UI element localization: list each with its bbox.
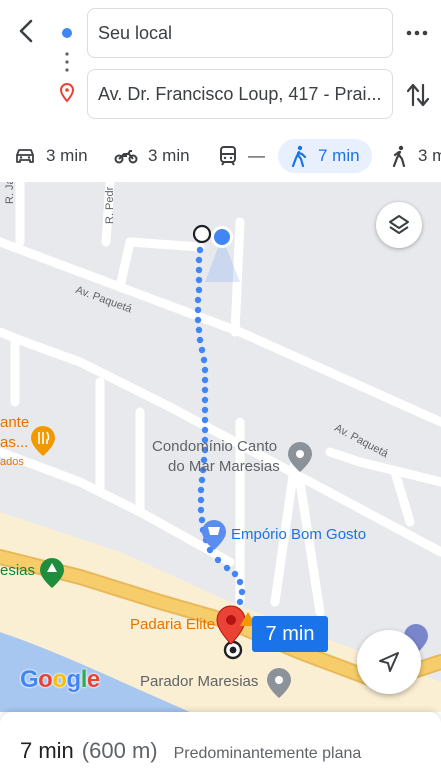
google-logo: Google <box>20 666 100 693</box>
poi-label-restaurant[interactable]: ante <box>0 414 29 431</box>
route-start-marker <box>192 224 212 244</box>
street-label: R. Pedr <box>104 186 116 224</box>
route-endpoints-indicator <box>58 20 78 110</box>
poi-label-padaria[interactable]: Padaria Elite <box>130 616 215 633</box>
motorcycle-icon <box>114 150 138 164</box>
poi-label-parador[interactable]: Parador Maresias <box>140 673 258 690</box>
walk-icon <box>291 145 307 167</box>
tab-transit[interactable]: — <box>218 139 265 173</box>
poi-label-emporio[interactable]: Empório Bom Gosto <box>231 526 366 543</box>
back-arrow-icon[interactable] <box>12 16 42 46</box>
my-location-icon <box>211 226 233 248</box>
poi-label-restaurant[interactable]: as... <box>0 434 28 451</box>
layers-icon <box>389 215 409 234</box>
street-label: R. Ja <box>4 182 16 204</box>
route-summary-sheet[interactable]: 7 min (600 m) Predominantemente plana <box>0 712 441 768</box>
origin-input[interactable]: Seu local <box>87 8 393 58</box>
poi-label-condominio[interactable]: Condomínio Canto <box>152 438 277 455</box>
poi-label-restaurant[interactable]: ados <box>0 456 24 468</box>
destination-pin-icon <box>59 82 75 103</box>
route-eta-badge[interactable]: 7 min <box>252 616 328 652</box>
route-terrain: Predominantemente plana <box>173 745 362 762</box>
car-icon <box>16 149 34 163</box>
more-options-icon[interactable] <box>404 20 430 46</box>
origin-dot-icon <box>62 28 72 38</box>
directions-header: Seu local Av. Dr. Francisco Loup, 417 - … <box>0 0 441 180</box>
tab-car[interactable]: 3 min <box>14 139 88 173</box>
tab-ride[interactable]: 3 m <box>390 139 441 173</box>
destination-input[interactable]: Av. Dr. Francisco Loup, 417 - Prai... <box>87 69 393 119</box>
poi-label-maresias[interactable]: esias <box>0 562 35 579</box>
map-view[interactable]: R. Ja R. Pedr Av. Paquetá Av. Paquetá an… <box>0 182 441 712</box>
train-icon <box>220 146 236 166</box>
route-distance: (600 m) <box>81 738 158 763</box>
poi-label-condominio[interactable]: do Mar Maresias <box>168 458 280 475</box>
travel-mode-tabs: 3 min 3 min — 7 min 3 m <box>0 136 441 176</box>
layers-button[interactable] <box>376 202 422 248</box>
ride-icon <box>392 145 406 167</box>
route-duration: 7 min <box>20 738 74 763</box>
navigate-button[interactable] <box>357 630 421 694</box>
tab-motorcycle[interactable]: 3 min <box>114 139 190 173</box>
swap-directions-icon[interactable] <box>404 80 432 110</box>
tab-walking[interactable]: 7 min <box>278 139 372 173</box>
navigation-arrow-icon <box>379 652 399 672</box>
